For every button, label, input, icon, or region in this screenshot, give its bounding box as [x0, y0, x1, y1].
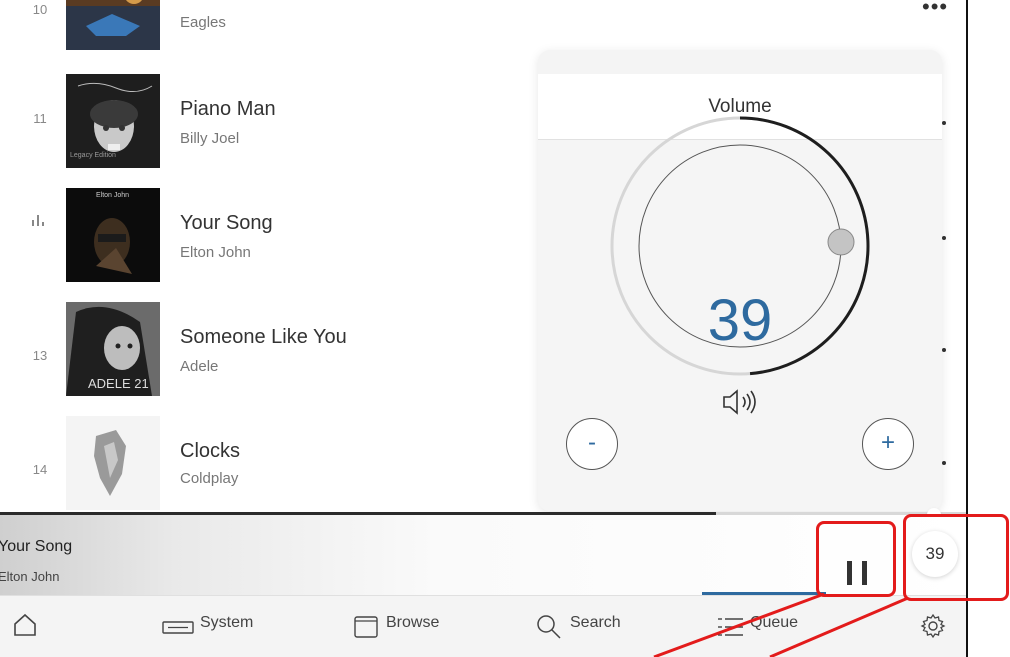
annotation-arrow-pause [653, 592, 825, 657]
annotation-arrows [653, 592, 909, 657]
